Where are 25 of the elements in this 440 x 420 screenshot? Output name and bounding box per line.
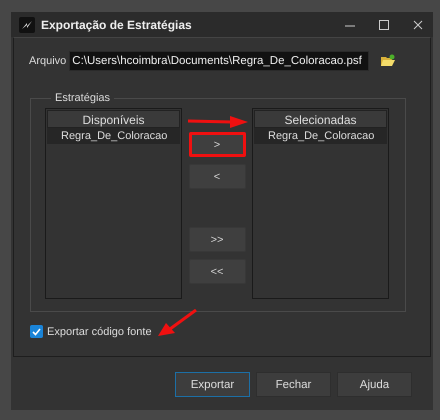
column-header: Disponíveis bbox=[47, 110, 180, 128]
available-list[interactable]: Disponíveis Regra_De_Coloracao bbox=[45, 108, 182, 299]
column-header: Selecionadas bbox=[254, 110, 387, 128]
annotation-arrow bbox=[158, 309, 198, 337]
transfer-button[interactable]: >> bbox=[188, 227, 246, 252]
maximize-icon[interactable] bbox=[377, 18, 391, 32]
dialog-button[interactable]: Ajuda bbox=[337, 372, 412, 397]
app-icon bbox=[19, 16, 35, 32]
dialog-button[interactable]: Fechar bbox=[256, 372, 331, 397]
window-title: Exportação de Estratégias bbox=[41, 18, 192, 32]
dialog-button[interactable]: Exportar bbox=[175, 372, 250, 397]
transfer-button[interactable]: > bbox=[188, 132, 246, 157]
transfer-button[interactable]: << bbox=[188, 259, 246, 284]
selected-list[interactable]: Selecionadas Regra_De_Coloracao bbox=[252, 108, 389, 299]
transfer-button[interactable]: < bbox=[188, 164, 246, 189]
list-item[interactable]: Regra_De_Coloracao bbox=[47, 128, 180, 144]
checkbox[interactable] bbox=[30, 325, 43, 338]
file-path-field[interactable]: C:\Users\hcoimbra\Documents\Regra_De_Coloracao.psf bbox=[69, 51, 370, 71]
group-title: Estratégias bbox=[54, 92, 112, 104]
folder-icon[interactable] bbox=[380, 53, 396, 69]
close-icon[interactable] bbox=[411, 18, 425, 32]
list-item[interactable]: Regra_De_Coloracao bbox=[254, 128, 387, 144]
checkbox-label: Exportar código fonte bbox=[47, 326, 152, 338]
annotation-arrow bbox=[188, 116, 248, 128]
file-label: Arquivo bbox=[29, 55, 66, 67]
